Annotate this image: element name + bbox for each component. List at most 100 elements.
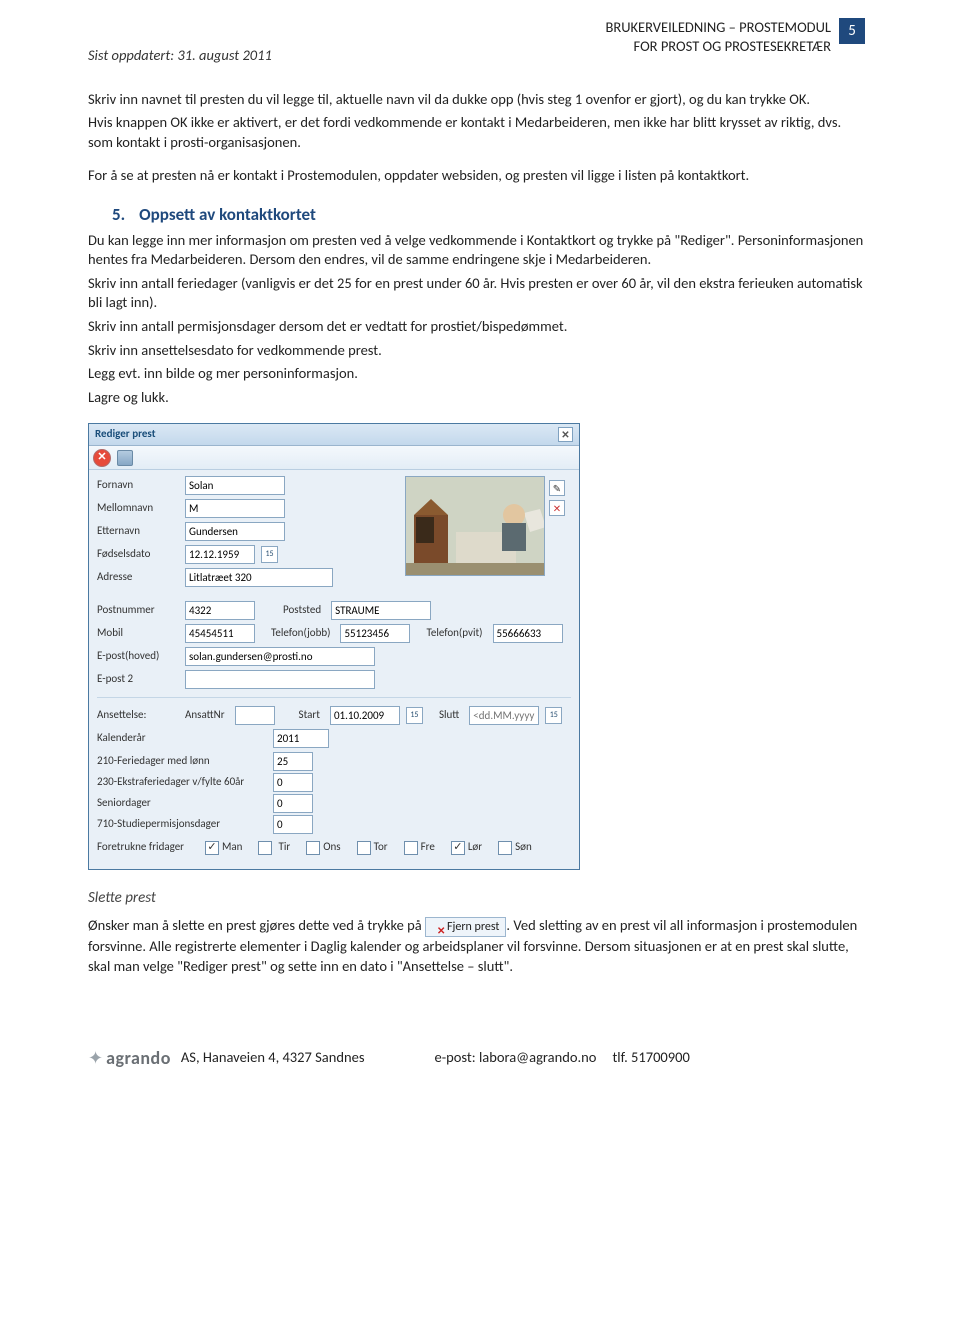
fjern-prest-label: Fjern prest — [447, 919, 499, 935]
ansettelse-label: Ansettelse: — [97, 708, 179, 723]
adresse-input[interactable] — [185, 568, 333, 587]
seniordager-input[interactable] — [273, 794, 313, 813]
epost-2-input[interactable] — [185, 670, 375, 689]
day-ons-label: Ons — [323, 840, 340, 855]
dialog-title: Rediger prest — [95, 427, 156, 442]
logo-mark-icon: ✦ — [88, 1046, 103, 1070]
fjern-prest-button[interactable]: ✕ Fjern prest — [425, 917, 506, 937]
toolbar-delete-button[interactable]: ✕ — [93, 449, 111, 467]
doc-title-line-2: FOR PROST OG PROSTESEKRETÆR — [605, 37, 831, 56]
fodselsdato-input[interactable] — [185, 545, 255, 564]
slutt-label: Slutt — [439, 708, 459, 723]
epost-2-label: E-post 2 — [97, 672, 179, 687]
doc-title-line-1: BRUKERVEILEDNING – PROSTEMODUL — [605, 18, 831, 37]
section-5-number: 5. — [112, 204, 125, 225]
footer-address: AS, Hanaveien 4, 4327 Sandnes — [181, 1048, 365, 1068]
person-remove-icon: ✕ — [429, 921, 443, 933]
kalenderar-label: Kalenderår — [97, 731, 267, 746]
telefon-jobb-input[interactable] — [340, 624, 410, 643]
mobil-input[interactable] — [185, 624, 255, 643]
ekstraferie-label: 230-Ekstraferiedager v/fylte 60år — [97, 775, 267, 790]
page-number-badge: 5 — [839, 18, 865, 44]
toolbar-save-button[interactable] — [117, 450, 133, 466]
agrando-logo: ✦ agrando — [88, 1046, 171, 1070]
poststed-label: Poststed — [283, 603, 321, 618]
dialog-close-button[interactable]: ✕ — [558, 427, 573, 442]
postnummer-label: Postnummer — [97, 603, 179, 618]
footer-phone: tlf. 51700900 — [612, 1048, 689, 1068]
section5-p5: Legg evt. inn bilde og mer personinforma… — [88, 364, 865, 384]
poststed-input[interactable] — [331, 601, 431, 620]
dialog-toolbar: ✕ — [89, 446, 579, 470]
dialog-titlebar: Rediger prest ✕ — [89, 424, 579, 446]
telefon-pvt-label: Telefon(pvit) — [426, 626, 482, 641]
day-tir-checkbox[interactable] — [258, 841, 272, 855]
section-5-title: Oppsett av kontaktkortet — [139, 204, 316, 225]
section5-p4: Skriv inn ansettelsesdato for vedkommend… — [88, 341, 865, 361]
photo-illustration-icon — [406, 477, 545, 576]
section-5-heading: 5. Oppsett av kontaktkortet — [112, 204, 865, 227]
ekstraferie-input[interactable] — [273, 773, 313, 792]
start-input[interactable] — [330, 706, 400, 725]
postnummer-input[interactable] — [185, 601, 255, 620]
mellomnavn-label: Mellomnavn — [97, 501, 179, 516]
section5-p6: Lagre og lukk. — [88, 388, 865, 408]
priest-photo — [405, 476, 545, 576]
day-son-checkbox[interactable] — [498, 841, 512, 855]
seniordager-label: Seniordager — [97, 796, 267, 811]
day-man-checkbox[interactable]: ✓ — [205, 841, 219, 855]
ansattnr-label: AnsattNr — [185, 708, 225, 723]
divider — [97, 697, 571, 698]
slette-prest-heading: Slette prest — [88, 888, 865, 908]
slutt-input[interactable] — [469, 706, 539, 725]
section5-p2: Skriv inn antall feriedager (vanligvis e… — [88, 274, 865, 313]
day-ons-checkbox[interactable] — [306, 841, 320, 855]
intro-text: Skriv inn navnet til presten du vil legg… — [88, 90, 865, 408]
slette-pre-text: Ønsker man å slette en prest gjøres dett… — [88, 916, 425, 934]
intro-p3: For å se at presten nå er kontakt i Pros… — [88, 166, 865, 186]
day-lor-checkbox[interactable]: ✓ — [451, 841, 465, 855]
calendar-icon[interactable] — [545, 707, 562, 724]
studieperm-input[interactable] — [273, 815, 313, 834]
slette-prest-paragraph: Ønsker man å slette en prest gjøres dett… — [88, 916, 865, 976]
start-label: Start — [299, 708, 320, 723]
calendar-icon[interactable] — [261, 546, 278, 563]
day-man-label: Man — [222, 840, 242, 855]
feriedager-input[interactable] — [273, 752, 313, 771]
photo-panel: ✎ ✕ — [405, 476, 565, 576]
etternavn-label: Etternavn — [97, 524, 179, 539]
kalenderar-select[interactable]: 2011 — [273, 729, 329, 748]
section5-p1: Du kan legge inn mer informasjon om pres… — [88, 231, 865, 270]
section5-p3: Skriv inn antall permisjonsdager dersom … — [88, 317, 865, 337]
day-fre-checkbox[interactable] — [404, 841, 418, 855]
etternavn-input[interactable] — [185, 522, 285, 541]
studieperm-label: 710-Studiepermisjonsdager — [97, 817, 267, 832]
logo-text: agrando — [106, 1046, 171, 1070]
edit-priest-dialog: Rediger prest ✕ ✕ — [88, 423, 580, 870]
epost-hoved-input[interactable] — [185, 647, 375, 666]
epost-hoved-label: E-post(hoved) — [97, 649, 179, 664]
intro-p1: Skriv inn navnet til presten du vil legg… — [88, 90, 865, 110]
photo-remove-button[interactable]: ✕ — [549, 500, 565, 516]
doc-title-block: BRUKERVEILEDNING – PROSTEMODUL FOR PROST… — [605, 18, 831, 56]
telefon-jobb-label: Telefon(jobb) — [271, 626, 330, 641]
mellomnavn-input[interactable] — [185, 499, 285, 518]
intro-p2: Hvis knappen OK ikke er aktivert, er det… — [88, 113, 865, 152]
footer-email: e-post: labora@agrando.no — [435, 1048, 597, 1068]
dialog-body: ✎ ✕ Fornavn Mellomnavn Etternavn Fødsels… — [89, 470, 579, 869]
day-tor-checkbox[interactable] — [357, 841, 371, 855]
day-lor-label: Lør — [468, 840, 482, 855]
adresse-label: Adresse — [97, 570, 179, 585]
day-tor-label: Tor — [374, 840, 388, 855]
day-tir-label: Tir — [278, 840, 290, 855]
day-fre-label: Fre — [421, 840, 435, 855]
foretrukne-label: Foretrukne fridager — [97, 840, 199, 855]
photo-edit-button[interactable]: ✎ — [549, 480, 565, 496]
telefon-pvt-input[interactable] — [493, 624, 563, 643]
last-updated: Sist oppdatert: 31. august 2011 — [88, 18, 272, 66]
fornavn-input[interactable] — [185, 476, 285, 495]
calendar-icon[interactable] — [406, 707, 423, 724]
ansattnr-input[interactable] — [235, 706, 275, 725]
feriedager-label: 210-Feriedager med lønn — [97, 754, 267, 769]
page-footer: ✦ agrando AS, Hanaveien 4, 4327 Sandnes … — [88, 1046, 865, 1070]
